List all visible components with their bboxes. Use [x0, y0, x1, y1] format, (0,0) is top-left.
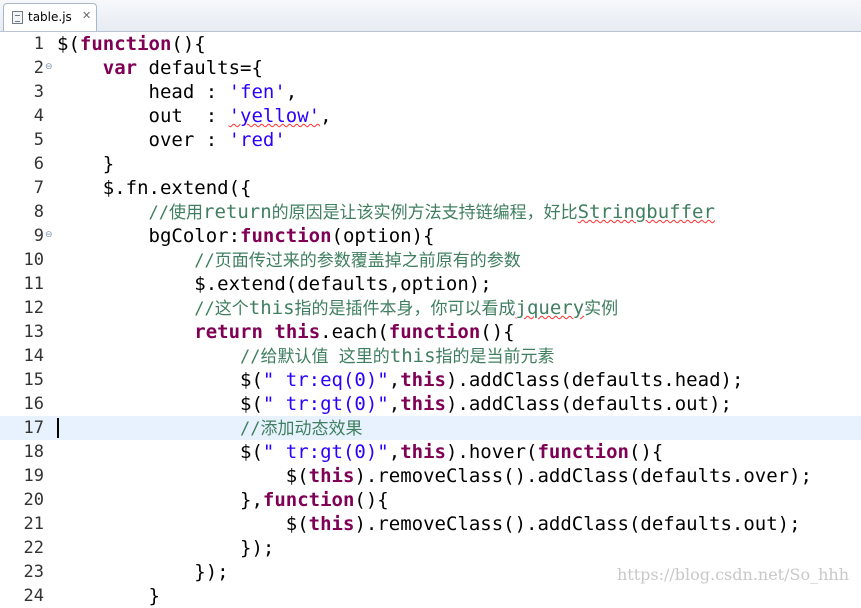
watermark: https://blog.csdn.net/So_hhh	[616, 565, 849, 584]
code-text: //使用return的原因是让该实例方法支持链编程，好比Stringbuffer	[148, 201, 715, 223]
code-text: bgColor:function(option){	[57, 225, 435, 247]
code-line[interactable]: 5 over : 'red'	[0, 128, 861, 152]
line-number: 1	[33, 34, 44, 54]
code-line[interactable]: 11 $.extend(defaults,option);	[0, 272, 861, 296]
code-text: $.extend(defaults,option);	[57, 273, 492, 295]
code-line[interactable]: 12 //这个this指的是插件本身，你可以看成jquery实例	[0, 296, 861, 320]
code-line[interactable]: 2 ⊖ var defaults={	[0, 56, 861, 80]
code-text: //给默认值 这里的this指的是当前元素	[240, 345, 555, 367]
code-line[interactable]: 6 }	[0, 152, 861, 176]
code-line[interactable]: 16 $(" tr:gt(0)",this).addClass(defaults…	[0, 392, 861, 416]
code-line[interactable]: 21 $(this).removeClass().addClass(defaul…	[0, 512, 861, 536]
code-line[interactable]: 15 $(" tr:eq(0)",this).addClass(defaults…	[0, 368, 861, 392]
code-text: $.fn.extend({	[57, 177, 252, 199]
code-line[interactable]: 7 $.fn.extend({	[0, 176, 861, 200]
code-text: $(" tr:gt(0)",this).hover(function(){	[57, 441, 664, 463]
close-icon[interactable]: ✕	[82, 9, 91, 22]
code-text: $(this).removeClass().addClass(defaults.…	[57, 465, 812, 487]
line-number: 2	[33, 58, 44, 78]
line-number: 14	[23, 346, 44, 366]
code-text: head : 'fen',	[57, 81, 298, 103]
text-caret	[57, 418, 59, 438]
code-text: },function(){	[57, 489, 389, 511]
line-number: 9	[33, 226, 44, 246]
code-line[interactable]: 22 });	[0, 536, 861, 560]
code-text: $(this).removeClass().addClass(defaults.…	[57, 513, 801, 535]
line-number: 8	[33, 202, 44, 222]
line-number: 19	[23, 466, 44, 486]
tab-label: table.js	[28, 10, 72, 24]
line-number: 10	[23, 250, 44, 270]
code-line[interactable]: 17 //添加动态效果	[0, 416, 861, 440]
code-line[interactable]: 18 $(" tr:gt(0)",this).hover(function(){	[0, 440, 861, 464]
code-line[interactable]: 20 },function(){	[0, 488, 861, 512]
fold-toggle-icon[interactable]: ⊖	[45, 62, 53, 72]
line-number: 24	[23, 586, 44, 606]
line-number: 18	[23, 442, 44, 462]
code-text: });	[57, 561, 229, 583]
line-number: 20	[23, 490, 44, 510]
line-number: 17	[23, 418, 44, 438]
line-number: 4	[33, 106, 44, 126]
code-text: out : 'yellow',	[57, 105, 332, 127]
line-number: 3	[33, 82, 44, 102]
code-line[interactable]: 1 $(function(){	[0, 32, 861, 56]
code-line[interactable]: 24 }	[0, 584, 861, 608]
fold-toggle-icon[interactable]: ⊖	[45, 230, 53, 240]
line-number: 16	[23, 394, 44, 414]
code-text: });	[57, 537, 275, 559]
line-number: 5	[33, 130, 44, 150]
code-text: return this.each(function(){	[194, 321, 515, 343]
code-text: //页面传过来的参数覆盖掉之前原有的参数	[194, 251, 521, 271]
editor-tab-bar: table.js ✕	[0, 0, 861, 32]
code-line[interactable]: 3 head : 'fen',	[0, 80, 861, 104]
code-text: $(function(){	[57, 33, 206, 55]
line-number: 12	[23, 298, 44, 318]
code-line[interactable]: 14 //给默认值 这里的this指的是当前元素	[0, 344, 861, 368]
code-line[interactable]: 9 ⊖ bgColor:function(option){	[0, 224, 861, 248]
code-line[interactable]: 13 return this.each(function(){	[0, 320, 861, 344]
code-editor[interactable]: 1 $(function(){2 ⊖ var defaults={3 head : …	[0, 32, 861, 607]
line-number: 6	[33, 154, 44, 174]
line-number: 21	[23, 514, 44, 534]
code-text: over : 'red'	[57, 129, 286, 151]
line-number: 15	[23, 370, 44, 390]
line-number: 23	[23, 562, 44, 582]
line-number: 22	[23, 538, 44, 558]
line-number: 7	[33, 178, 44, 198]
tab-table-js[interactable]: table.js ✕	[3, 3, 97, 31]
code-text: }	[57, 153, 115, 175]
line-number: 11	[23, 274, 44, 294]
code-line[interactable]: 4 out : 'yellow',	[0, 104, 861, 128]
code-text: }	[57, 585, 160, 607]
code-line[interactable]: 8 //使用return的原因是让该实例方法支持链编程，好比Stringbuff…	[0, 200, 861, 224]
code-text: //这个this指的是插件本身，你可以看成jquery实例	[194, 297, 619, 319]
js-file-icon	[12, 11, 23, 24]
code-line[interactable]: 19 $(this).removeClass().addClass(defaul…	[0, 464, 861, 488]
code-text: //添加动态效果	[240, 419, 363, 439]
code-text: var defaults={	[102, 57, 263, 79]
code-text: $(" tr:gt(0)",this).addClass(defaults.ou…	[57, 393, 732, 415]
code-line[interactable]: 10 //页面传过来的参数覆盖掉之前原有的参数	[0, 248, 861, 272]
code-text: $(" tr:eq(0)",this).addClass(defaults.he…	[57, 369, 744, 391]
line-number: 13	[23, 322, 44, 342]
